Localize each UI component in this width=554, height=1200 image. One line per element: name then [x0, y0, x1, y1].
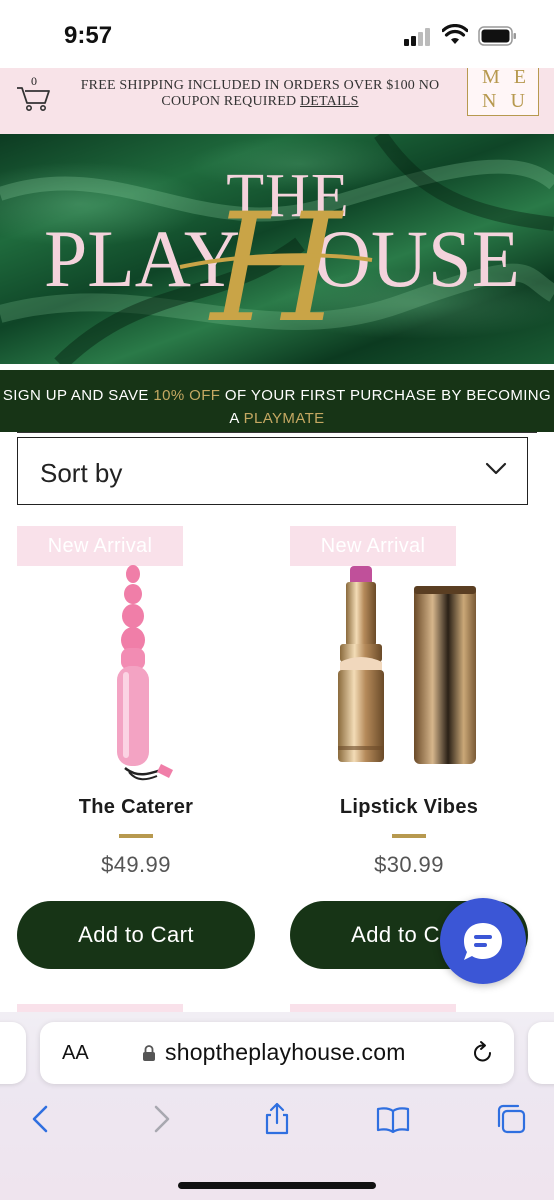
product-name[interactable]: The Caterer: [17, 796, 255, 819]
shipping-notice-text: FREE SHIPPING INCLUDED IN ORDERS OVER $1…: [80, 78, 440, 109]
shipping-notice: FREE SHIPPING INCLUDED IN ORDERS OVER $1…: [66, 78, 454, 110]
product-card[interactable]: New Arrival The Caterer $49.99 Add to Ca…: [17, 526, 255, 976]
chat-icon: [464, 923, 502, 960]
signup-banner[interactable]: SIGN UP AND SAVE 10% OFF OF YOUR FIRST P…: [0, 370, 554, 432]
signup-text-1: SIGN UP AND SAVE: [2, 387, 154, 404]
gold-divider: [392, 834, 426, 838]
add-to-cart-button[interactable]: Add to Cart: [17, 901, 255, 969]
previous-tab-preview[interactable]: [0, 1022, 26, 1084]
reload-icon[interactable]: [470, 1040, 496, 1066]
signup-playmate: PLAYMATE: [243, 410, 325, 427]
browser-toolbar: AA shoptheplayhouse.com: [0, 1012, 554, 1200]
menu-label-line-2: NU: [482, 90, 539, 112]
menu-label-line-1: ME: [482, 66, 540, 88]
address-bar[interactable]: AA shoptheplayhouse.com: [40, 1022, 514, 1084]
cellular-signal-icon: [404, 28, 434, 46]
menu-button[interactable]: ME NU: [467, 66, 540, 116]
bookmarks-icon[interactable]: [376, 1102, 410, 1136]
shipping-banner: 0 FREE SHIPPING INCLUDED IN ORDERS OVER …: [0, 66, 554, 134]
status-time: 9:57: [64, 22, 113, 49]
tabs-icon[interactable]: [494, 1102, 528, 1136]
share-icon[interactable]: [260, 1102, 294, 1136]
product-price: $49.99: [101, 852, 171, 877]
product-price: $30.99: [374, 852, 444, 877]
chat-button[interactable]: [440, 898, 526, 984]
sort-label: Sort by: [40, 458, 123, 488]
details-link[interactable]: DETAILS: [300, 94, 359, 109]
chevron-down-icon: [485, 462, 507, 475]
lock-icon: [143, 1045, 155, 1061]
gold-divider: [119, 834, 153, 838]
sort-dropdown[interactable]: Sort by: [17, 437, 528, 505]
product-name[interactable]: Lipstick Vibes: [290, 796, 528, 819]
cart-count-badge: 0: [31, 74, 37, 88]
divider: [17, 432, 537, 433]
hero-logo[interactable]: THE PLAY OUSE H: [0, 134, 554, 364]
logo-script-h: H: [208, 182, 345, 356]
hero-banner: THE PLAY OUSE H: [0, 134, 554, 364]
home-indicator: [178, 1182, 376, 1189]
url-text[interactable]: shoptheplayhouse.com: [165, 1039, 406, 1066]
product-image[interactable]: [290, 556, 528, 796]
product-image[interactable]: [17, 556, 255, 796]
back-icon[interactable]: [24, 1102, 58, 1136]
forward-icon[interactable]: [144, 1102, 178, 1136]
wifi-icon: [442, 24, 468, 44]
status-bar: 9:57: [0, 0, 554, 68]
reader-settings-button[interactable]: AA: [62, 1042, 89, 1065]
signup-discount: 10% OFF: [153, 387, 221, 404]
battery-icon: [478, 26, 516, 46]
next-tab-preview[interactable]: [528, 1022, 554, 1084]
